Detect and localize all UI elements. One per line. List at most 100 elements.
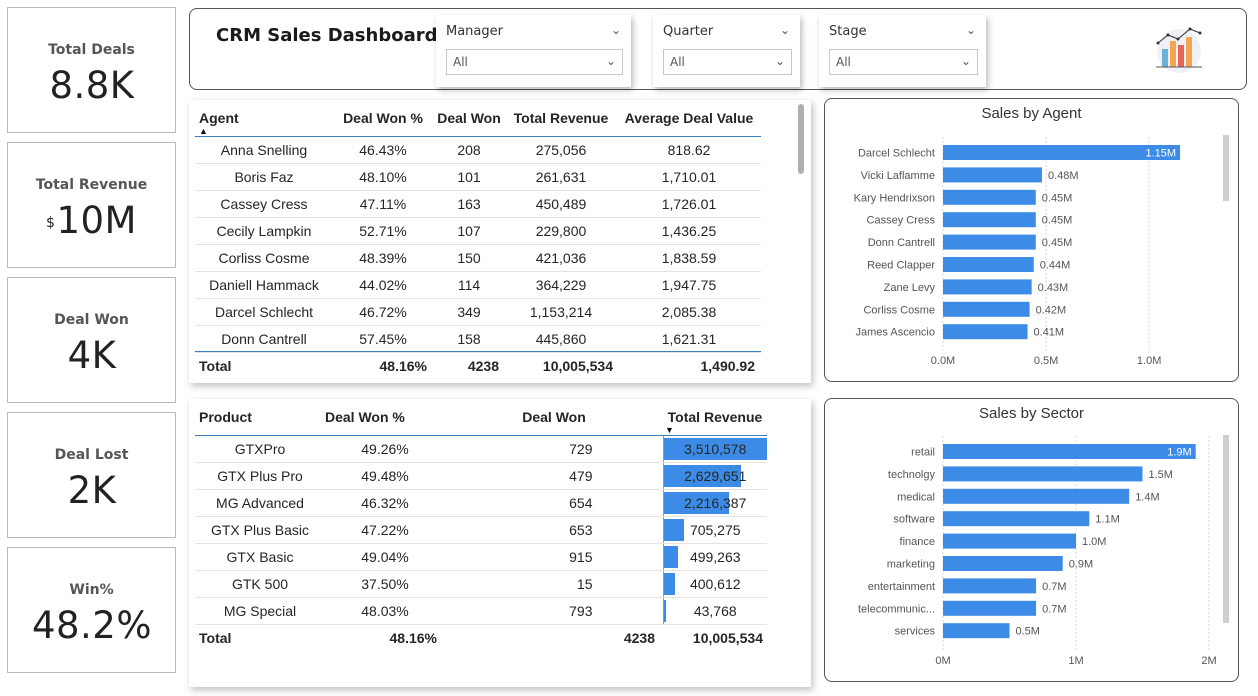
chevron-down-icon: ⌄: [960, 54, 971, 68]
table-row[interactable]: GTX Basic 49.04% 915 499,263: [195, 543, 767, 571]
table-cell: 818.62: [617, 136, 761, 164]
category-label: telecommunic...: [858, 603, 935, 615]
table-cell: 57.45%: [333, 325, 433, 353]
table-row[interactable]: MG Special 48.03% 793 43,768: [195, 597, 767, 625]
bar[interactable]: [943, 324, 1028, 340]
table-row[interactable]: GTK 500 37.50% 15 400,612: [195, 570, 767, 598]
bar[interactable]: [943, 234, 1036, 250]
table-cell: 47.11%: [333, 190, 433, 218]
bar[interactable]: [943, 533, 1076, 549]
bar[interactable]: [943, 301, 1030, 317]
data-label: 1.4M: [1135, 491, 1159, 503]
table-cell: 48.03%: [325, 597, 445, 625]
chart-scrollbar[interactable]: [1223, 135, 1229, 201]
table-row[interactable]: GTX Plus Basic 47.22% 653 705,275: [195, 516, 767, 544]
quarter-slicer[interactable]: Quarter ⌄ All ⌄: [653, 15, 800, 87]
bar[interactable]: [943, 212, 1036, 228]
manager-dropdown[interactable]: All ⌄: [446, 49, 623, 75]
kpi-number: 8.8K: [49, 64, 135, 107]
column-header-deal-won[interactable]: Deal Won: [433, 100, 505, 137]
category-label: retail: [911, 447, 935, 459]
bar[interactable]: [943, 466, 1143, 482]
data-label: 0.48M: [1048, 170, 1079, 182]
category-label: medical: [897, 491, 935, 503]
quarter-dropdown[interactable]: All ⌄: [663, 49, 792, 75]
table-cell: 15: [445, 570, 663, 598]
table-cell: 52.71%: [333, 217, 433, 245]
table-cell: 47.22%: [325, 516, 445, 544]
bar[interactable]: [943, 444, 1196, 459]
bar[interactable]: [943, 578, 1037, 594]
bar[interactable]: [943, 189, 1036, 205]
table-cell: 107: [433, 217, 505, 245]
table-cell: 101: [433, 163, 505, 191]
stage-slicer[interactable]: Stage ⌄ All ⌄: [819, 15, 986, 87]
table-cell: GTX Basic: [195, 543, 325, 571]
table-row[interactable]: Anna Snelling 46.43% 208 275,056 818.62: [195, 136, 761, 164]
sort-ascending-icon: ▲: [199, 126, 208, 136]
category-label: Corliss Cosme: [863, 304, 935, 316]
kpi-card-total-deals: Total Deals 8.8K: [7, 7, 176, 133]
bar[interactable]: [943, 279, 1032, 295]
agent-table-panel: Agent ▲ Deal Won % Deal Won Total Revenue…: [189, 100, 811, 383]
bar[interactable]: [943, 167, 1042, 183]
kpi-label: Deal Lost: [54, 447, 129, 463]
table-row[interactable]: GTX Plus Pro 49.48% 479 2,629,651: [195, 462, 767, 490]
column-header-product[interactable]: Product: [195, 399, 325, 436]
data-label: 0.44M: [1040, 260, 1071, 272]
chart-scrollbar[interactable]: [1223, 435, 1229, 623]
bar[interactable]: [943, 488, 1130, 504]
data-label: 0.7M: [1042, 581, 1066, 593]
table-cell: 654: [445, 489, 663, 517]
revenue-cell: 2,629,651: [662, 462, 767, 490]
table-row[interactable]: Cecily Lampkin 52.71% 107 229,800 1,436.25: [195, 217, 761, 245]
bar[interactable]: [943, 600, 1037, 616]
kpi-number: 2K: [67, 469, 117, 512]
table-row[interactable]: Boris Faz 48.10% 101 261,631 1,710.01: [195, 163, 761, 191]
column-header-deal-won-pct[interactable]: Deal Won %: [325, 399, 445, 436]
column-header-agent[interactable]: Agent ▲: [195, 100, 333, 137]
table-cell: Donn Cantrell: [195, 325, 333, 353]
bar[interactable]: [943, 257, 1034, 272]
collapse-chevron-icon[interactable]: ⌄: [780, 23, 790, 37]
data-label: 0.43M: [1038, 282, 1069, 294]
total-label: Total: [195, 623, 325, 652]
agent-table-scrollbar[interactable]: [798, 104, 804, 174]
category-label: James Ascencio: [856, 327, 935, 339]
total-deal-won: 4238: [445, 623, 663, 652]
column-header-deal-won-pct[interactable]: Deal Won %: [333, 100, 433, 137]
table-cell: 1,153,214: [505, 298, 617, 326]
table-cell: 1,710.01: [617, 163, 761, 191]
column-header-total-revenue[interactable]: Total Revenue ▼: [663, 399, 767, 436]
collapse-chevron-icon[interactable]: ⌄: [611, 23, 621, 37]
table-row[interactable]: Daniell Hammack 44.02% 114 364,229 1,947.75: [195, 271, 761, 299]
revenue-data-bar: [663, 518, 685, 541]
table-row[interactable]: Cassey Cress 47.11% 163 450,489 1,726.01: [195, 190, 761, 218]
table-row[interactable]: MG Advanced 46.32% 654 2,216,387: [195, 489, 767, 517]
table-cell: MG Special: [195, 597, 325, 625]
category-label: software: [893, 514, 935, 526]
revenue-value: 400,612: [689, 575, 741, 592]
column-header-average-deal-value[interactable]: Average Deal Value: [617, 100, 761, 137]
table-cell: 793: [445, 597, 663, 625]
kpi-number: 10M: [56, 199, 137, 242]
table-row[interactable]: Corliss Cosme 48.39% 150 421,036 1,838.59: [195, 244, 761, 272]
bar[interactable]: [943, 556, 1063, 571]
stage-dropdown[interactable]: All ⌄: [829, 49, 978, 75]
table-cell: MG Advanced: [195, 489, 325, 517]
table-row[interactable]: Donn Cantrell 57.45% 158 445,860 1,621.31: [195, 325, 761, 353]
revenue-cell: 43,768: [662, 597, 767, 625]
revenue-value: 43,768: [693, 602, 737, 619]
total-deal-won-pct: 48.16%: [325, 623, 445, 652]
column-header-total-revenue[interactable]: Total Revenue: [505, 100, 617, 137]
data-label: 1.9M: [1167, 447, 1191, 459]
bar[interactable]: [943, 623, 1010, 639]
table-cell: GTX Plus Basic: [195, 516, 325, 544]
table-row[interactable]: Darcel Schlecht 46.72% 349 1,153,214 2,085.3…: [195, 298, 761, 326]
table-cell: Cecily Lampkin: [195, 217, 333, 245]
collapse-chevron-icon[interactable]: ⌄: [966, 23, 976, 37]
bar[interactable]: [943, 511, 1090, 527]
column-header-deal-won[interactable]: Deal Won: [445, 399, 663, 436]
manager-slicer[interactable]: Manager ⌄ All ⌄: [436, 15, 631, 87]
table-row[interactable]: GTXPro 49.26% 729 3,510,578: [195, 435, 767, 463]
